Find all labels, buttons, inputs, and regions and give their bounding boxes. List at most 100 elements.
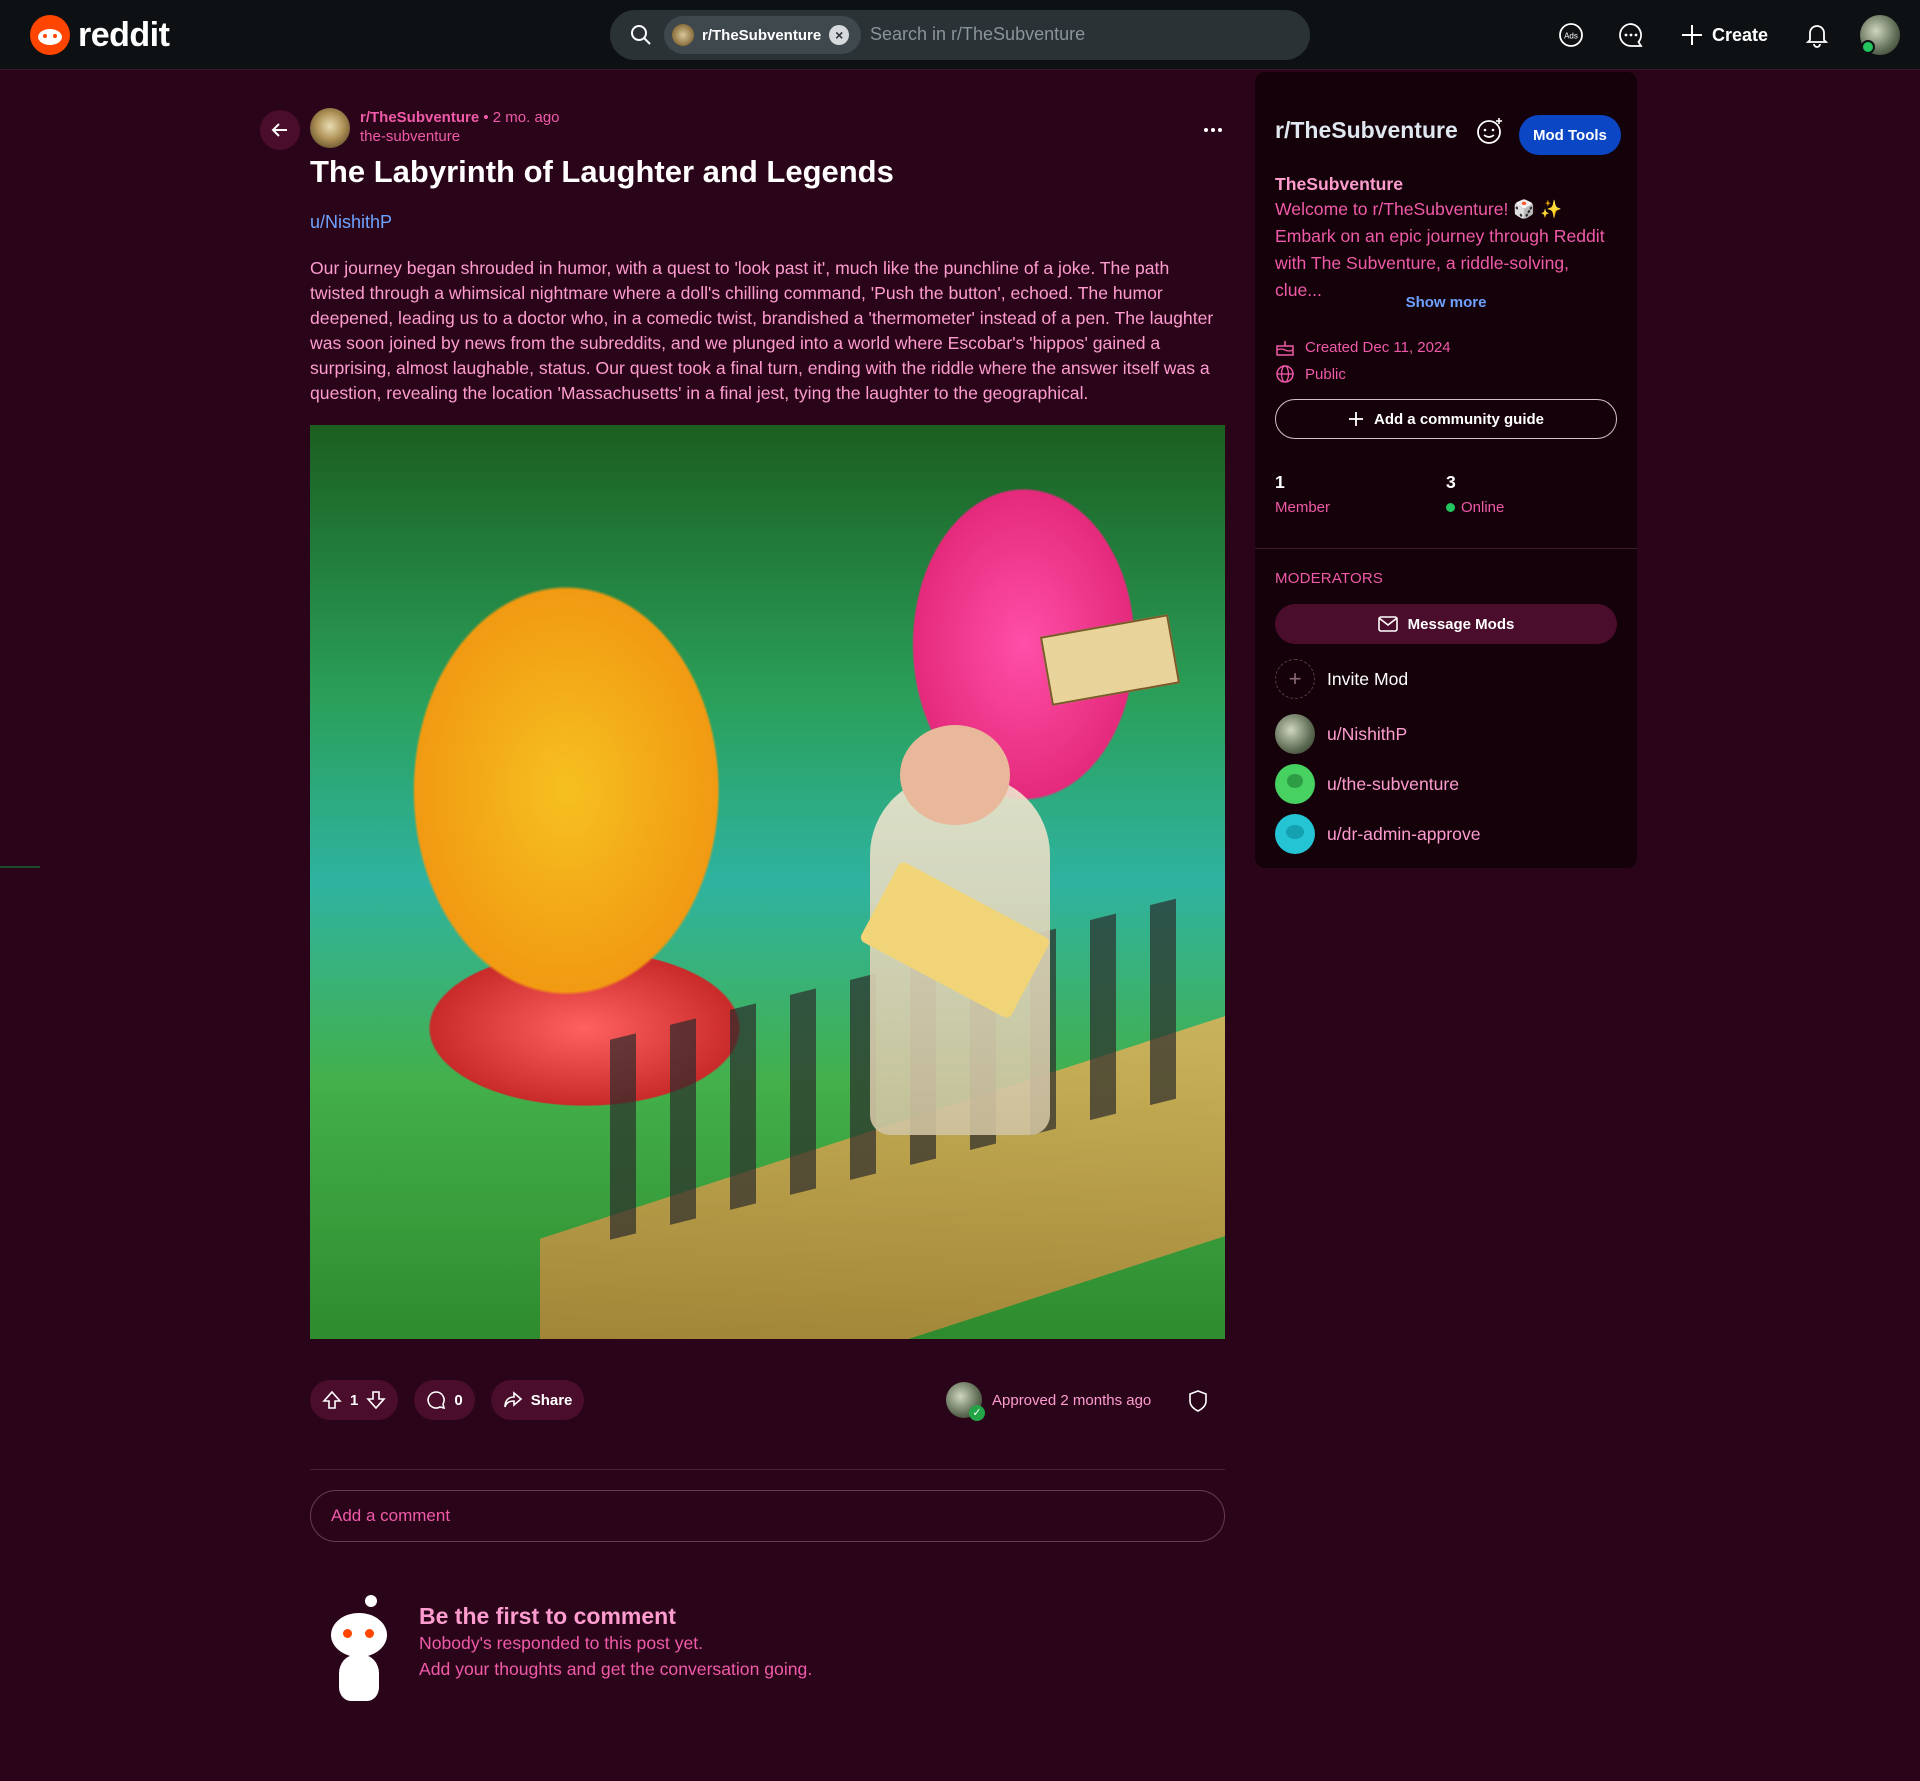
search-icon <box>630 24 652 51</box>
community-description: Welcome to r/TheSubventure! 🎲 ✨ Embark o… <box>1275 199 1605 300</box>
moderator-avatar <box>1275 764 1315 804</box>
reddit-logo[interactable]: reddit <box>30 14 170 56</box>
plus-icon <box>1348 412 1363 426</box>
search-scope-chip[interactable]: r/TheSubventure × <box>664 16 862 54</box>
search-scope-label: r/TheSubventure <box>702 26 822 44</box>
smiley-add-icon[interactable] <box>1475 116 1505 146</box>
post-title: The Labyrinth of Laughter and Legends <box>310 154 894 189</box>
shield-icon <box>1189 1390 1207 1412</box>
edge-marker <box>0 866 40 868</box>
moderator-name: u/dr-admin-approve <box>1327 823 1481 844</box>
comment-placeholder: Add a comment <box>331 1506 451 1525</box>
mod-actions-button[interactable] <box>1183 1386 1213 1416</box>
community-sidebar: r/TheSubventure Mod Tools TheSubventure … <box>1255 72 1637 868</box>
online-status-icon <box>1446 503 1455 512</box>
subreddit-link[interactable]: r/TheSubventure <box>360 109 479 126</box>
meta-separator: • <box>483 109 489 126</box>
moderators-heading: MODERATORS <box>1275 570 1384 587</box>
empty-comments-text: Be the first to comment Nobody's respond… <box>419 1595 812 1705</box>
chat-button[interactable] <box>1606 10 1656 60</box>
empty-comments-title: Be the first to comment <box>419 1603 676 1629</box>
back-button[interactable] <box>260 110 300 150</box>
search-bar[interactable]: r/TheSubventure × Search in r/TheSubvent… <box>610 10 1310 60</box>
message-mods-button[interactable]: Message Mods <box>1275 604 1617 644</box>
ads-button[interactable]: Ads <box>1546 10 1596 60</box>
approval-status: Approved 2 months ago <box>946 1380 1152 1421</box>
empty-comments-state: Be the first to comment Nobody's respond… <box>325 1595 812 1705</box>
logo-text: reddit <box>78 15 170 54</box>
post-time: 2 mo. ago <box>492 109 560 126</box>
subreddit-avatar[interactable] <box>310 108 350 148</box>
share-icon <box>503 1391 522 1408</box>
show-more-link[interactable]: Show more <box>1255 294 1637 311</box>
moderator-item[interactable]: u/dr-admin-approve <box>1275 814 1481 854</box>
comments-button[interactable]: 0 <box>414 1380 475 1420</box>
invite-plus-icon: + <box>1275 659 1315 699</box>
created-date: Created Dec 11, 2024 <box>1305 338 1451 356</box>
members-label: Member <box>1275 499 1331 516</box>
add-community-guide-button[interactable]: Add a community guide <box>1275 399 1617 439</box>
post-author-link[interactable]: u/NishithP <box>310 212 392 233</box>
notifications-button[interactable] <box>1792 10 1842 60</box>
chat-icon <box>1619 23 1643 47</box>
moderator-item[interactable]: u/NishithP <box>1275 714 1407 754</box>
add-comment-input[interactable]: Add a comment <box>310 1490 1225 1542</box>
snoo-mascot-icon <box>325 1595 395 1705</box>
upvote-icon[interactable] <box>322 1390 342 1410</box>
community-name[interactable]: r/TheSubventure <box>1275 117 1458 144</box>
image-sign <box>1039 614 1181 706</box>
online-label: Online <box>1461 499 1505 516</box>
approved-text: Approved 2 months ago <box>992 1391 1152 1409</box>
add-guide-label: Add a community guide <box>1373 410 1544 428</box>
post-image[interactable] <box>310 425 1225 1339</box>
visibility-row: Public <box>1275 363 1346 385</box>
post-meta-text: r/TheSubventure • 2 mo. ago the-subventu… <box>360 108 560 148</box>
empty-comments-line-1: Nobody's responded to this post yet. <box>419 1633 704 1653</box>
more-options-button[interactable] <box>1195 115 1231 145</box>
section-divider <box>310 1469 1225 1470</box>
message-mods-label: Message Mods <box>1407 615 1515 633</box>
image-doctor-face <box>900 725 1010 825</box>
moderator-avatar <box>1275 814 1315 854</box>
cake-icon <box>1276 341 1294 356</box>
arrow-left-icon <box>271 123 287 137</box>
search-input[interactable]: Search in r/TheSubventure <box>870 24 1085 45</box>
members-stat: 1 Member <box>1275 472 1330 516</box>
post-body: Our journey began shrouded in humor, wit… <box>310 258 1214 403</box>
poster-username[interactable]: the-subventure <box>360 127 560 146</box>
svg-text:Ads: Ads <box>1564 32 1578 41</box>
online-count: 3 <box>1446 472 1456 492</box>
user-avatar[interactable] <box>1860 15 1900 55</box>
invite-mod-button[interactable]: + Invite Mod <box>1275 659 1408 699</box>
top-navigation-bar: reddit r/TheSubventure × Search in r/The… <box>0 0 1920 70</box>
post-action-bar: 1 0 Share <box>310 1380 585 1420</box>
subreddit-avatar <box>672 24 694 46</box>
reddit-snoo-icon <box>30 15 70 55</box>
approver-avatar <box>946 1382 985 1421</box>
mail-icon <box>1377 616 1398 632</box>
vote-control: 1 <box>310 1380 399 1420</box>
invite-mod-label: Invite Mod <box>1327 668 1409 689</box>
bell-icon <box>1805 25 1829 48</box>
mod-tools-button[interactable]: Mod Tools <box>1519 115 1621 155</box>
community-title: TheSubventure <box>1275 174 1404 194</box>
post-meta: r/TheSubventure • 2 mo. ago the-subventu… <box>310 108 560 148</box>
create-button[interactable]: Create <box>1666 10 1782 60</box>
comment-icon <box>427 1391 446 1410</box>
online-label-row: Online <box>1446 499 1504 516</box>
empty-comments-line-2: Add your thoughts and get the conversati… <box>419 1659 813 1679</box>
created-date-row: Created Dec 11, 2024 <box>1275 336 1451 358</box>
comment-count: 0 <box>454 1391 463 1409</box>
share-button[interactable]: Share <box>490 1380 585 1420</box>
moderator-name: u/the-subventure <box>1327 773 1460 794</box>
online-stat: 3 Online <box>1446 472 1504 516</box>
header-actions: Ads Create <box>1546 10 1900 60</box>
members-count: 1 <box>1275 472 1285 492</box>
share-label: Share <box>530 1391 573 1409</box>
vote-count: 1 <box>350 1391 359 1409</box>
moderator-item[interactable]: u/the-subventure <box>1275 764 1459 804</box>
sidebar-divider <box>1255 548 1637 549</box>
downvote-icon[interactable] <box>366 1390 387 1410</box>
clear-scope-icon[interactable]: × <box>829 25 850 45</box>
ellipsis-icon <box>1204 128 1222 132</box>
